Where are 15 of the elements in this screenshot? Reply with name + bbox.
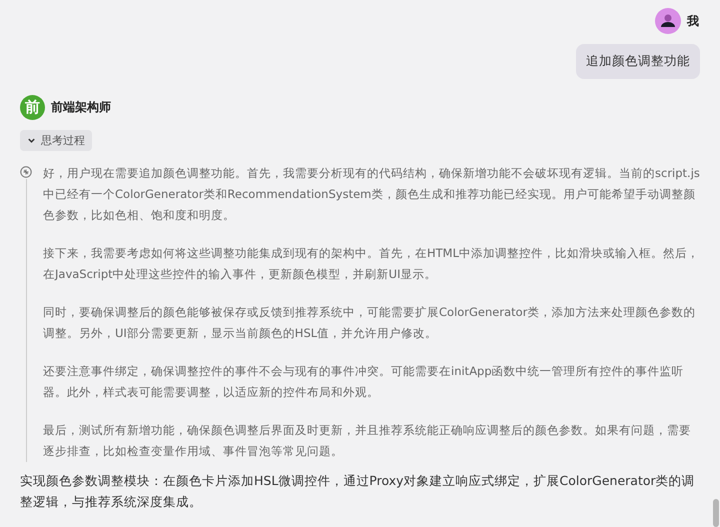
assistant-name: 前端架构师 bbox=[51, 99, 111, 116]
answer-text: 实现颜色参数调整模块：在颜色卡片添加HSL微调控件，通过Proxy对象建立响应式绑定，扩展ColorGenerator类的调整逻辑，与推荐系统深度集成。 bbox=[20, 472, 696, 511]
chevron-icon bbox=[27, 136, 36, 145]
thinking-paragraph: 还要注意事件绑定，确保调整控件的事件不会与现有的事件冲突。可能需要在initApp函数中统一管理所有控件的事件监听器。此外，样式表可能需要调整，以适应新的控件布局和外观。 bbox=[43, 363, 685, 401]
thinking-paragraph: 好，用户现在需要追加颜色调整功能。首先，我需要分析现有的代码结构，确保新增功能不会破坏现有逻辑。当前的script.js中已经有一个ColorGenerator类和RecommendationSystem类，颜色生成和推荐功能已经实现。用户可能希望手动调整颜色参数，比如色相、饱和度和明度。 bbox=[43, 165, 700, 224]
thinking-paragraph: 接下来，我需要考虑如何将这些调整功能集成到现有的架构中。首先，在HTML中添加调整控件，比如滑块或输入框。然后，在JavaScript中处理这些控件的输入事件，更新颜色模型，并刷新UI显示。 bbox=[43, 245, 700, 283]
user-avatar-icon bbox=[655, 8, 681, 34]
user-name: 我 bbox=[687, 12, 699, 30]
thinking-icon bbox=[20, 166, 32, 178]
thinking-toggle[interactable]: 思考过程 bbox=[20, 130, 92, 151]
thinking-paragraph: 同时，要确保调整后的颜色能够被保存或反馈到推荐系统中，可能需要扩展ColorGenerator类，添加方法来处理颜色参数的调整。另外，UI部分需要更新，显示当前颜色的HSL值，并允许用户修改。 bbox=[43, 304, 696, 342]
user-message: 追加颜色调整功能 bbox=[576, 44, 700, 79]
assistant-avatar: 前 bbox=[20, 95, 45, 120]
scrollbar-thumb[interactable] bbox=[713, 499, 719, 527]
thinking-paragraph: 最后，测试所有新增功能，确保颜色调整后界面及时更新，并且推荐系统能正确响应调整后的颜色参数。如果有问题，需要逐步排查，比如检查变量作用域、事件冒泡等常见问题。 bbox=[43, 422, 692, 460]
